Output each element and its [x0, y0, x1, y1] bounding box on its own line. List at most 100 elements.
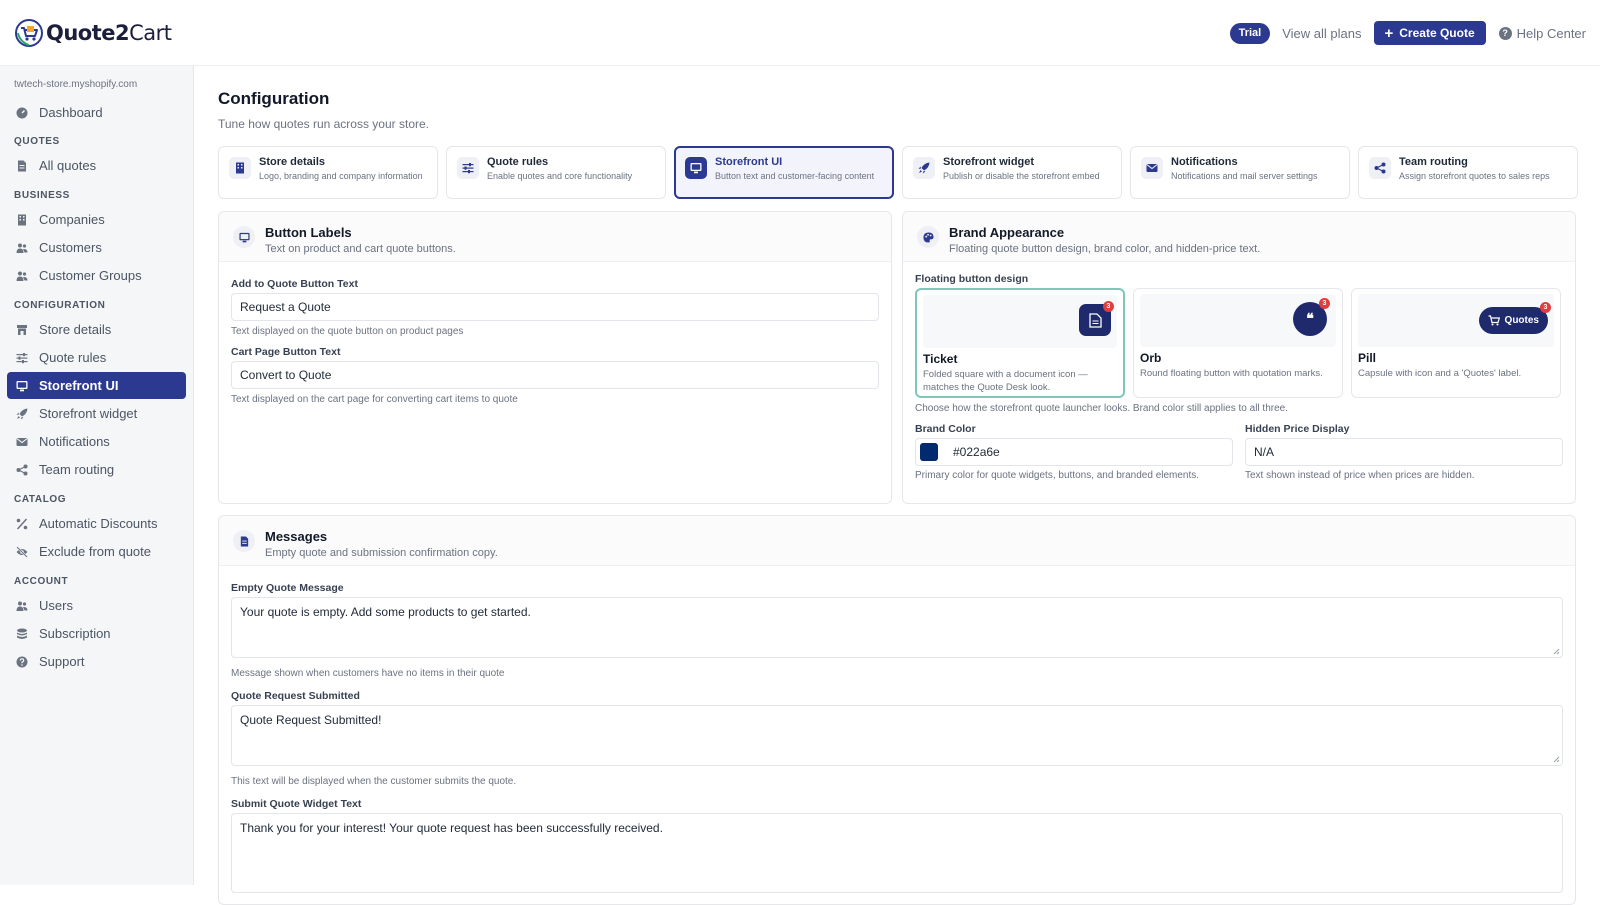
- page-title: Configuration: [218, 89, 330, 108]
- tab-notifications[interactable]: Notifications Notifications and mail serv…: [1130, 146, 1350, 199]
- sidebar-item-companies[interactable]: Companies: [7, 206, 186, 233]
- design-name: Orb: [1140, 351, 1162, 365]
- sidebar-item-customers[interactable]: Customers: [7, 234, 186, 261]
- users-icon: [16, 242, 28, 254]
- rocket-icon: [913, 157, 935, 179]
- brand-color-swatch[interactable]: [920, 443, 938, 461]
- building-icon: [16, 214, 28, 226]
- sidebar-section-quotes: QUOTES: [14, 136, 60, 147]
- sidebar-item-team-routing[interactable]: Team routing: [7, 456, 186, 483]
- sidebar-item-automatic-discounts[interactable]: Automatic Discounts: [7, 510, 186, 537]
- card-description: Empty quote and submission confirmation …: [265, 547, 498, 559]
- card-description: Floating quote button design, brand colo…: [949, 243, 1261, 255]
- tab-title: Storefront widget: [943, 156, 1035, 168]
- brand-appearance-card: Brand Appearance Floating quote button de…: [902, 211, 1576, 504]
- sidebar-item-users[interactable]: Users: [7, 592, 186, 619]
- card-title: Messages: [265, 529, 328, 544]
- envelope-icon: [16, 436, 28, 448]
- tab-quote-rules[interactable]: Quote rules Enable quotes and core functi…: [446, 146, 666, 199]
- card-title: Button Labels: [265, 225, 352, 240]
- design-description: Folded square with a document icon — mat…: [923, 369, 1088, 393]
- question-circle-icon: ?: [1498, 26, 1512, 40]
- count-badge: 3: [1540, 302, 1551, 313]
- add-to-quote-label: Add to Quote Button Text: [231, 278, 358, 290]
- cart-button-label: Cart Page Button Text: [231, 346, 341, 358]
- sliders-icon: [457, 157, 479, 179]
- quote-submitted-help: This text will be displayed when the cus…: [231, 776, 517, 787]
- submit-widget-label: Submit Quote Widget Text: [231, 798, 362, 810]
- palette-icon: [917, 226, 939, 248]
- sidebar-item-subscription[interactable]: Subscription: [7, 620, 186, 647]
- sidebar-item-all-quotes[interactable]: All quotes: [7, 152, 186, 179]
- tab-title: Store details: [259, 156, 326, 168]
- question-circle-icon: [16, 656, 28, 668]
- trial-badge: Trial: [1229, 22, 1271, 44]
- add-to-quote-input[interactable]: Request a Quote: [231, 293, 879, 321]
- sidebar-item-dashboard[interactable]: Dashboard: [7, 99, 186, 126]
- app-logo[interactable]: Quote2Cart: [14, 18, 172, 48]
- sidebar-item-notifications[interactable]: Notifications: [7, 428, 186, 455]
- design-option-pill[interactable]: Quotes 3 Pill Capsule with icon and a 'Q…: [1351, 288, 1561, 398]
- button-labels-card: Button Labels Text on product and cart qu…: [218, 211, 892, 504]
- tab-title: Storefront UI: [715, 156, 783, 168]
- tab-store-details[interactable]: Store details Logo, branding and company …: [218, 146, 438, 199]
- hidden-price-help: Text shown instead of price when prices …: [1245, 470, 1475, 481]
- sidebar-item-storefront-ui[interactable]: Storefront UI: [7, 372, 186, 399]
- design-description: Capsule with icon and a 'Quotes' label.: [1358, 368, 1522, 379]
- card-description: Text on product and cart quote buttons.: [265, 243, 456, 255]
- building-icon: [229, 157, 251, 179]
- sidebar-section-configuration: CONFIGURATION: [14, 300, 106, 311]
- sidebar-section-account: ACCOUNT: [14, 576, 69, 587]
- hidden-price-input[interactable]: N/A: [1245, 438, 1563, 466]
- empty-quote-help: Message shown when customers have no ite…: [231, 668, 505, 679]
- submit-widget-textarea[interactable]: Thank you for your interest! Your quote …: [231, 813, 1563, 893]
- resize-grip-icon[interactable]: [1552, 755, 1560, 763]
- design-help: Choose how the storefront quote launcher…: [915, 403, 1288, 414]
- resize-grip-icon[interactable]: [1552, 647, 1560, 655]
- sidebar-item-quote-rules[interactable]: Quote rules: [7, 344, 186, 371]
- tab-team-routing[interactable]: Team routing Assign storefront quotes to …: [1358, 146, 1578, 199]
- sidebar-item-store-details[interactable]: Store details: [7, 316, 186, 343]
- sidebar-item-customer-groups[interactable]: Customer Groups: [7, 262, 186, 289]
- app-name: Quote2Cart: [46, 20, 172, 45]
- rocket-icon: [16, 408, 28, 420]
- sidebar-item-support[interactable]: Support: [7, 648, 186, 675]
- tab-description: Enable quotes and core functionality: [487, 171, 633, 181]
- tab-storefront-widget[interactable]: Storefront widget Publish or disable the …: [902, 146, 1122, 199]
- brand-color-help: Primary color for quote widgets, buttons…: [915, 470, 1200, 481]
- tab-title: Notifications: [1171, 156, 1238, 168]
- tab-description: Button text and customer-facing content: [715, 171, 875, 181]
- cart-button-input[interactable]: Convert to Quote: [231, 361, 879, 389]
- sliders-icon: [16, 352, 28, 364]
- sidebar-item-storefront-widget[interactable]: Storefront widget: [7, 400, 186, 427]
- tab-description: Logo, branding and company information: [259, 171, 423, 181]
- tab-storefront-ui[interactable]: Storefront UI Button text and customer-fa…: [674, 146, 894, 199]
- count-badge: 3: [1103, 301, 1114, 312]
- count-badge: 3: [1319, 298, 1330, 309]
- users-icon: [16, 600, 28, 612]
- plus-icon: +: [1384, 24, 1394, 42]
- add-to-quote-help: Text displayed on the quote button on pr…: [231, 326, 464, 337]
- design-option-ticket[interactable]: 3 Ticket Folded square with a document i…: [915, 288, 1125, 398]
- percent-icon: [16, 517, 28, 530]
- cart-icon: [1488, 315, 1500, 326]
- empty-quote-textarea[interactable]: Your quote is empty. Add some products t…: [231, 597, 1563, 658]
- design-description: Round floating button with quotation mar…: [1140, 368, 1323, 379]
- brand-color-label: Brand Color: [915, 423, 976, 435]
- coin-stack-icon: [16, 628, 28, 640]
- store-url: twtech-store.myshopify.com: [14, 79, 138, 90]
- view-all-plans-link[interactable]: View all plans: [1282, 26, 1361, 41]
- file-icon: [233, 530, 255, 552]
- tab-description: Notifications and mail server settings: [1171, 171, 1318, 181]
- ticket-preview: 3: [923, 295, 1117, 348]
- help-center-link[interactable]: ? Help Center: [1498, 26, 1586, 41]
- dashboard-gauge-icon: [16, 107, 28, 119]
- quote-submitted-textarea[interactable]: Quote Request Submitted!: [231, 705, 1563, 766]
- create-quote-button[interactable]: + Create Quote: [1373, 21, 1486, 45]
- tab-description: Publish or disable the storefront embed: [943, 171, 1100, 181]
- monitor-icon: [16, 380, 28, 392]
- design-option-orb[interactable]: ❝ 3 Orb Round floating button with quota…: [1133, 288, 1343, 398]
- sidebar-item-exclude-from-quote[interactable]: Exclude from quote: [7, 538, 186, 565]
- hidden-price-label: Hidden Price Display: [1245, 423, 1350, 435]
- brand-color-input[interactable]: #022a6e: [915, 438, 1233, 466]
